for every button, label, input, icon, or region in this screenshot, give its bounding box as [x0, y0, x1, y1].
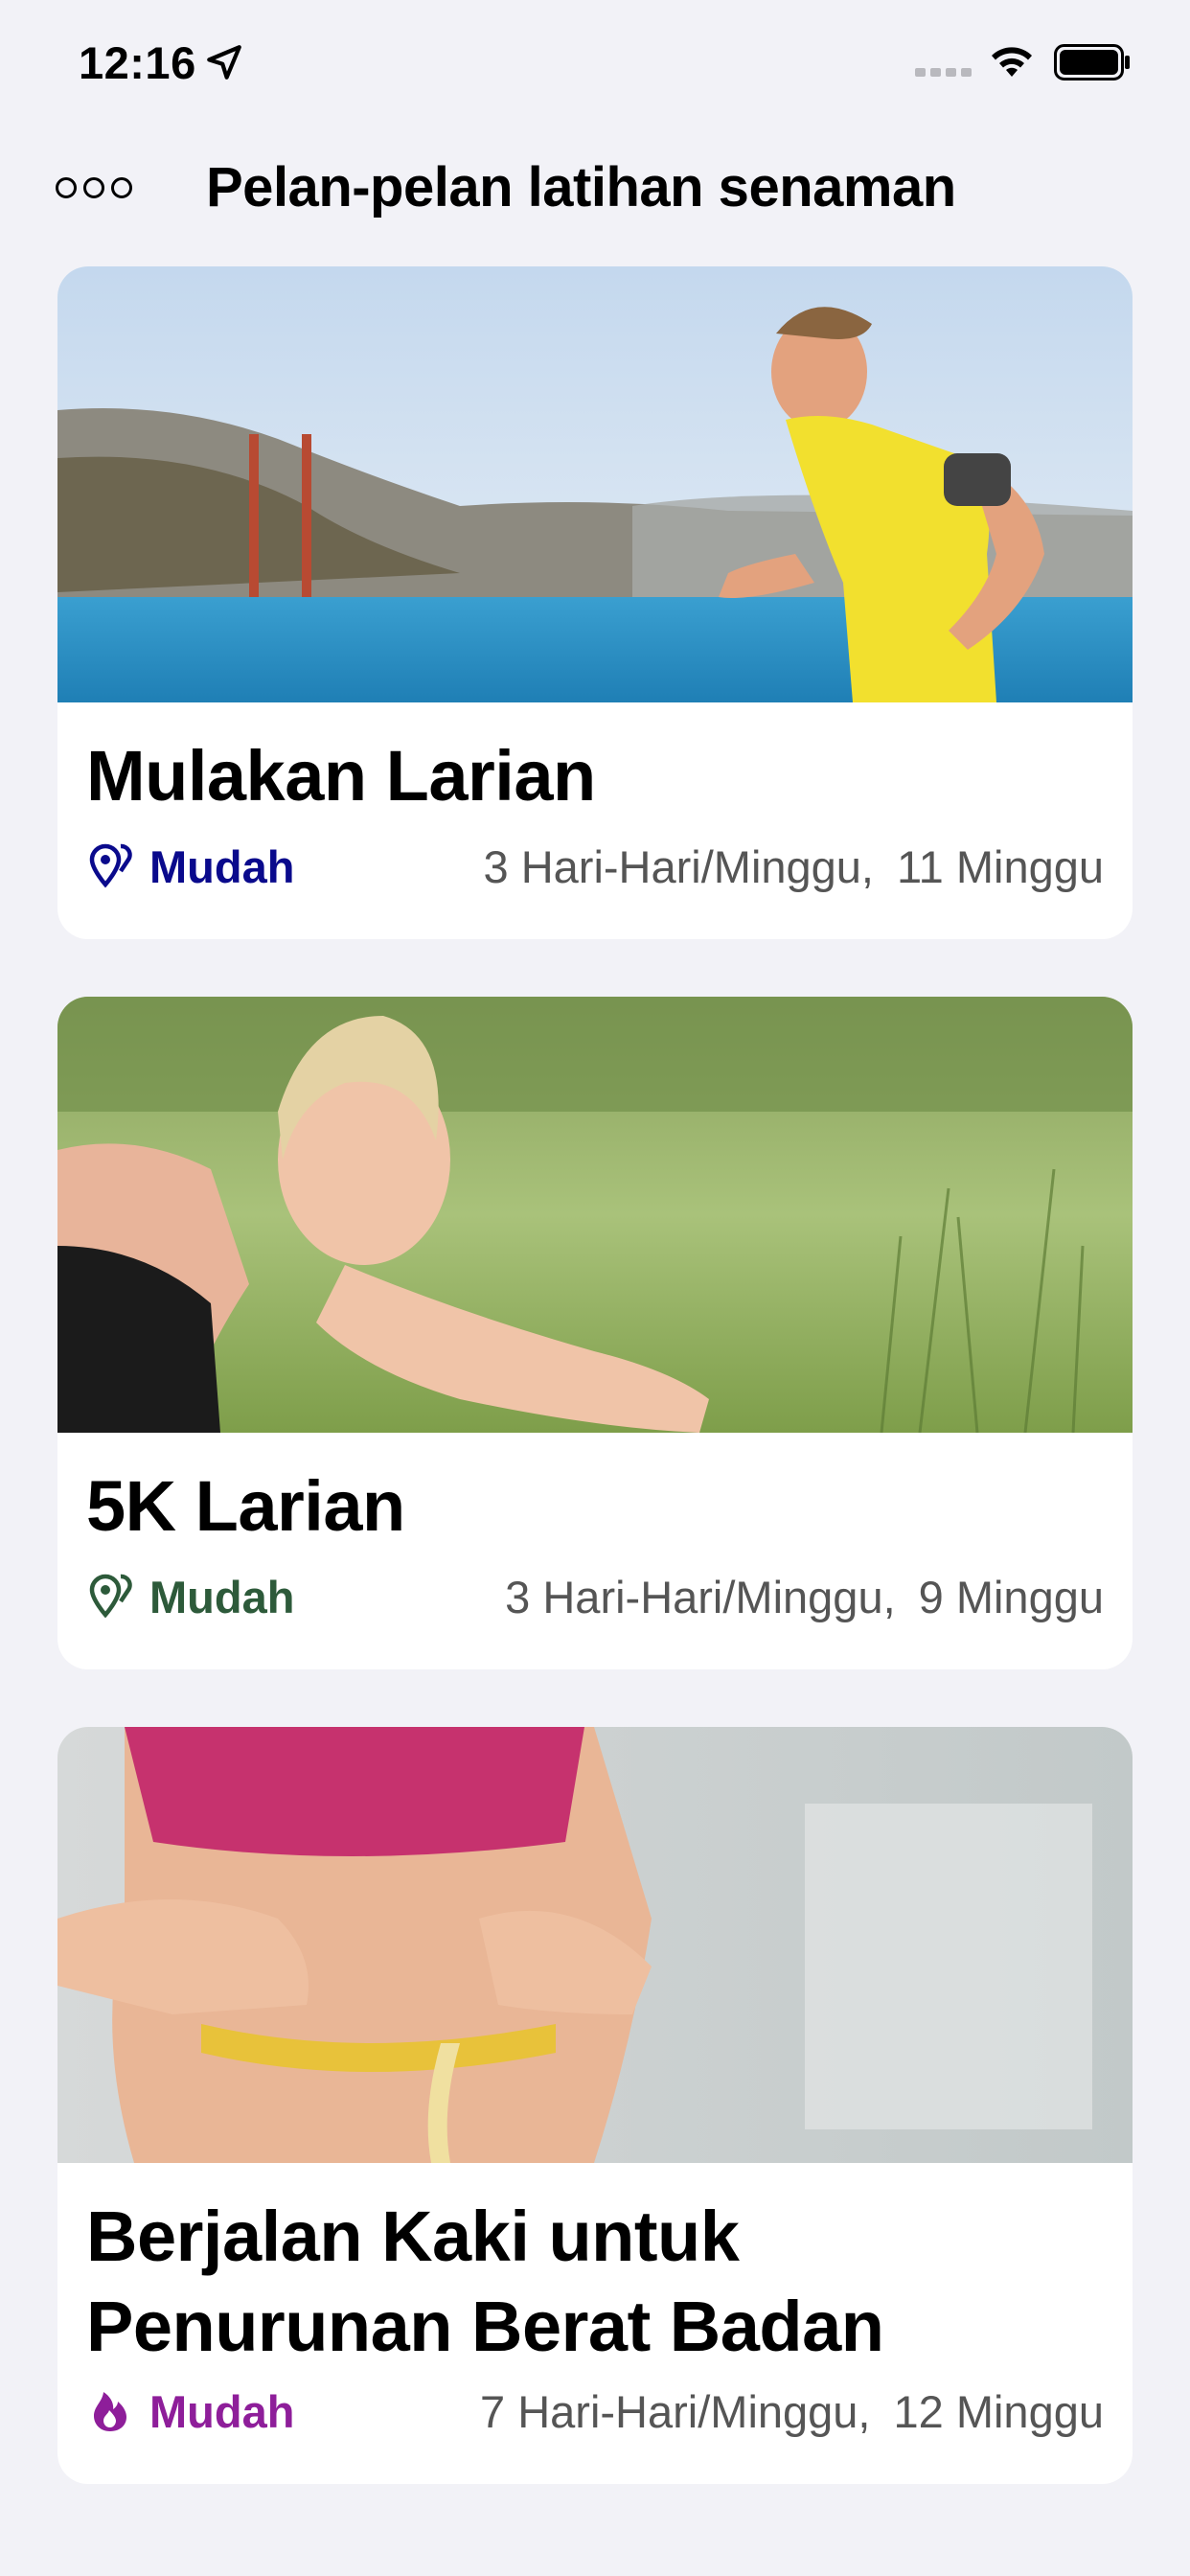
wifi-icon	[992, 47, 1032, 77]
nav-bar: Pelan-pelan latihan senaman	[0, 144, 1190, 230]
schedule: 3 Hari-Hari/Minggu, 11 Minggu	[484, 838, 1104, 895]
plan-card-5k-run[interactable]: 5K Larian Mudah 3 Hari-Hari/Minggu, 9 Mi…	[57, 997, 1133, 1669]
plan-title: Berjalan Kaki untuk Penurunan Berat Bada…	[86, 2196, 884, 2366]
duration: 11 Minggu	[897, 840, 1104, 892]
map-pin-icon	[89, 843, 132, 888]
difficulty: Mudah	[86, 1568, 294, 1625]
difficulty: Mudah	[86, 2382, 294, 2440]
plan-title: 5K Larian	[86, 1466, 405, 1546]
runner-man-by-bay-photo	[57, 266, 1133, 702]
battery-icon	[1054, 44, 1130, 80]
schedule: 3 Hari-Hari/Minggu, 9 Minggu	[505, 1568, 1104, 1625]
plan-card-start-running[interactable]: Mulakan Larian Mudah 3 Hari-Hari/Minggu,…	[57, 266, 1133, 939]
frequency: 7 Hari-Hari/Minggu,	[480, 2385, 871, 2437]
duration: 9 Minggu	[918, 1571, 1104, 1622]
dot	[83, 177, 104, 198]
frequency: 3 Hari-Hari/Minggu,	[505, 1571, 896, 1622]
location-arrow-icon	[207, 45, 241, 80]
status-bar: 12:16	[0, 0, 1190, 129]
plan-meta: Mudah 7 Hari-Hari/Minggu, 12 Minggu	[86, 2382, 1104, 2440]
more-dots-icon[interactable]	[56, 172, 132, 203]
difficulty: Mudah	[86, 838, 294, 895]
frequency: 3 Hari-Hari/Minggu,	[483, 840, 874, 892]
plan-meta: Mudah 3 Hari-Hari/Minggu, 11 Minggu	[86, 838, 1104, 895]
woman-stretching-in-grass-photo	[57, 997, 1133, 1433]
duration: 12 Minggu	[893, 2385, 1105, 2437]
page-title: Pelan-pelan latihan senaman	[206, 156, 956, 218]
waist-tape-measure-photo	[57, 1727, 1133, 2163]
difficulty-label: Mudah	[149, 2385, 295, 2437]
difficulty-label: Mudah	[149, 840, 295, 892]
difficulty-label: Mudah	[149, 1571, 295, 1622]
workout-plans-screen: 12:16 Pelan-pelan latihan senaman Mulaka…	[0, 0, 1190, 2576]
plan-meta: Mudah 3 Hari-Hari/Minggu, 9 Minggu	[86, 1568, 1104, 1625]
status-time: 12:16	[79, 37, 196, 88]
cellular-signal-icon	[915, 68, 972, 77]
schedule: 7 Hari-Hari/Minggu, 12 Minggu	[480, 2382, 1104, 2440]
plan-title: Mulakan Larian	[86, 736, 596, 816]
map-pin-icon	[89, 1574, 132, 1619]
plan-card-walking-weight-loss[interactable]: Berjalan Kaki untuk Penurunan Berat Bada…	[57, 1727, 1133, 2484]
dot	[111, 177, 132, 198]
flame-icon	[94, 2392, 126, 2431]
dot	[56, 177, 77, 198]
